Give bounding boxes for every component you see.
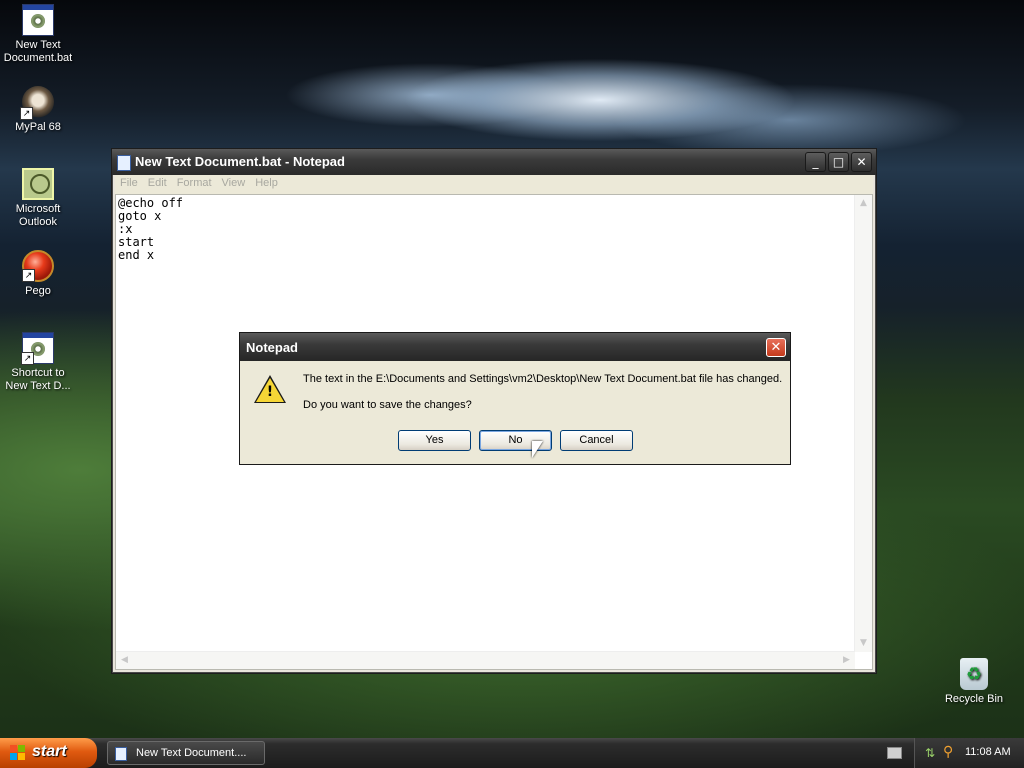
save-changes-dialog: Notepad ✕ ! The text in the E:\Documents… xyxy=(239,332,791,465)
dialog-title: Notepad xyxy=(246,340,298,355)
desktop-icon-label: Outlook xyxy=(19,216,57,228)
bat-shortcut-icon: ↗ xyxy=(21,332,54,365)
menu-help[interactable]: Help xyxy=(250,175,283,191)
notepad-app-icon xyxy=(115,747,127,761)
desktop-icon-label: New Text xyxy=(15,39,61,51)
menu-edit[interactable]: Edit xyxy=(143,175,172,191)
taskbar: start New Text Document.... ⇅ ⚲ 11:08 AM xyxy=(0,738,1024,768)
desktop-icon-recycle-bin[interactable]: ♻ Recycle Bin xyxy=(936,658,1012,706)
taskbar-item-label: New Text Document.... xyxy=(136,747,247,759)
scroll-down-icon[interactable]: ▼ xyxy=(856,636,871,651)
desktop-icon-label: Document.bat xyxy=(3,52,73,64)
horizontal-scrollbar[interactable]: ◀ ▶ xyxy=(116,651,855,669)
recycle-bin-icon: ♻ xyxy=(960,658,988,690)
notepad-titlebar[interactable]: New Text Document.bat - Notepad _ □ ✕ xyxy=(112,149,876,175)
desktop-icon-pego[interactable]: ↗ Pego xyxy=(0,250,76,298)
minimize-button[interactable]: _ xyxy=(805,152,826,172)
maximize-button[interactable]: □ xyxy=(828,152,849,172)
menu-file[interactable]: File xyxy=(115,175,143,191)
scroll-up-icon[interactable]: ▲ xyxy=(856,196,871,211)
menu-view[interactable]: View xyxy=(217,175,251,191)
desktop-icon-label: Pego xyxy=(25,285,51,297)
network-icon[interactable]: ⇅ xyxy=(925,746,935,760)
scroll-right-icon[interactable]: ▶ xyxy=(839,653,854,668)
scroll-left-icon[interactable]: ◀ xyxy=(117,653,132,668)
dialog-close-button[interactable]: ✕ xyxy=(766,338,786,357)
cancel-button[interactable]: Cancel xyxy=(560,430,633,451)
desktop-icon-mypal[interactable]: ↗ MyPal 68 xyxy=(0,86,76,134)
dialog-message: The text in the E:\Documents and Setting… xyxy=(303,373,783,385)
start-button[interactable]: start xyxy=(0,738,97,768)
window-title: New Text Document.bat - Notepad xyxy=(135,154,345,169)
notepad-app-icon xyxy=(117,155,131,171)
windows-flag-icon xyxy=(10,745,26,761)
taskbar-item-notepad[interactable]: New Text Document.... xyxy=(107,741,265,765)
menu-bar: File Edit Format View Help xyxy=(115,175,873,194)
clock[interactable]: 11:08 AM xyxy=(965,746,1011,758)
desktop-icon-shortcut-new-text[interactable]: ↗ Shortcut to New Text D... xyxy=(0,332,76,393)
menu-format[interactable]: Format xyxy=(172,175,217,191)
vertical-scrollbar[interactable]: ▲ ▼ xyxy=(854,195,872,652)
desktop-icon-label: Recycle Bin xyxy=(944,693,1004,705)
editor-content[interactable]: @echo off goto x :x start end x xyxy=(118,197,183,262)
dialog-question: Do you want to save the changes? xyxy=(303,399,472,411)
desktop-icon-new-text-document[interactable]: New Text Document.bat xyxy=(0,4,76,65)
mouse-cursor-icon xyxy=(532,441,543,458)
search-icon[interactable]: ⚲ xyxy=(943,744,953,760)
yes-button[interactable]: Yes xyxy=(398,430,471,451)
dialog-titlebar[interactable]: Notepad ✕ xyxy=(240,333,790,361)
desktop-icon-label: Shortcut to xyxy=(11,367,65,379)
pego-icon: ↗ xyxy=(22,250,54,282)
desktop-icon-label: MyPal 68 xyxy=(15,121,61,133)
bat-file-icon xyxy=(22,4,54,36)
desktop-icon-outlook[interactable]: Microsoft Outlook xyxy=(0,168,76,229)
outlook-icon xyxy=(22,168,54,200)
start-label: start xyxy=(32,743,67,760)
close-button[interactable]: ✕ xyxy=(851,152,872,172)
mypal-icon: ↗ xyxy=(20,86,54,120)
keyboard-icon[interactable] xyxy=(887,747,902,759)
desktop-icon-label: Microsoft xyxy=(15,203,61,215)
desktop-icon-label: New Text D... xyxy=(5,380,71,392)
system-tray: ⇅ ⚲ 11:08 AM xyxy=(914,738,1024,768)
